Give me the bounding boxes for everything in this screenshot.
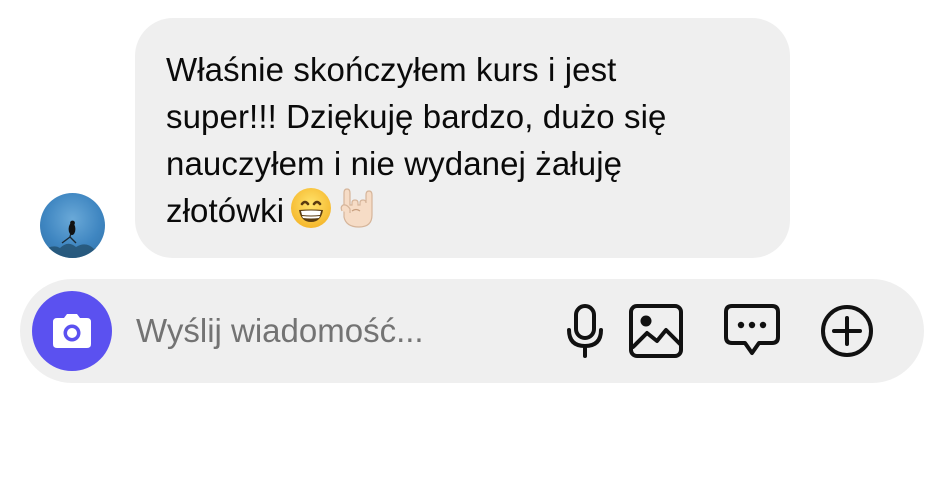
chat-bubble-icon <box>724 304 780 355</box>
grinning-face-emoji-icon <box>290 187 332 241</box>
more-button[interactable] <box>817 301 877 361</box>
camera-button[interactable] <box>32 291 112 371</box>
message-input[interactable] <box>136 305 496 357</box>
gallery-button[interactable] <box>626 301 686 361</box>
camera-icon <box>53 314 91 348</box>
microphone-button[interactable] <box>555 301 615 361</box>
image-icon <box>629 304 683 358</box>
sign-of-the-horns-emoji-icon <box>338 187 374 241</box>
plus-circle-icon <box>821 305 873 357</box>
message-body: Właśnie skończyłem kurs i jest super!!! … <box>166 51 667 229</box>
message-text: Właśnie skończyłem kurs i jest super!!! … <box>166 46 758 241</box>
avatar-bird-image <box>40 220 105 258</box>
avatar[interactable] <box>40 193 105 258</box>
sticker-button[interactable] <box>722 301 782 361</box>
message-composer <box>20 279 924 383</box>
message-bubble[interactable]: Właśnie skończyłem kurs i jest super!!! … <box>135 18 790 258</box>
message-row: Właśnie skończyłem kurs i jest super!!! … <box>0 0 944 270</box>
microphone-icon <box>567 304 603 358</box>
